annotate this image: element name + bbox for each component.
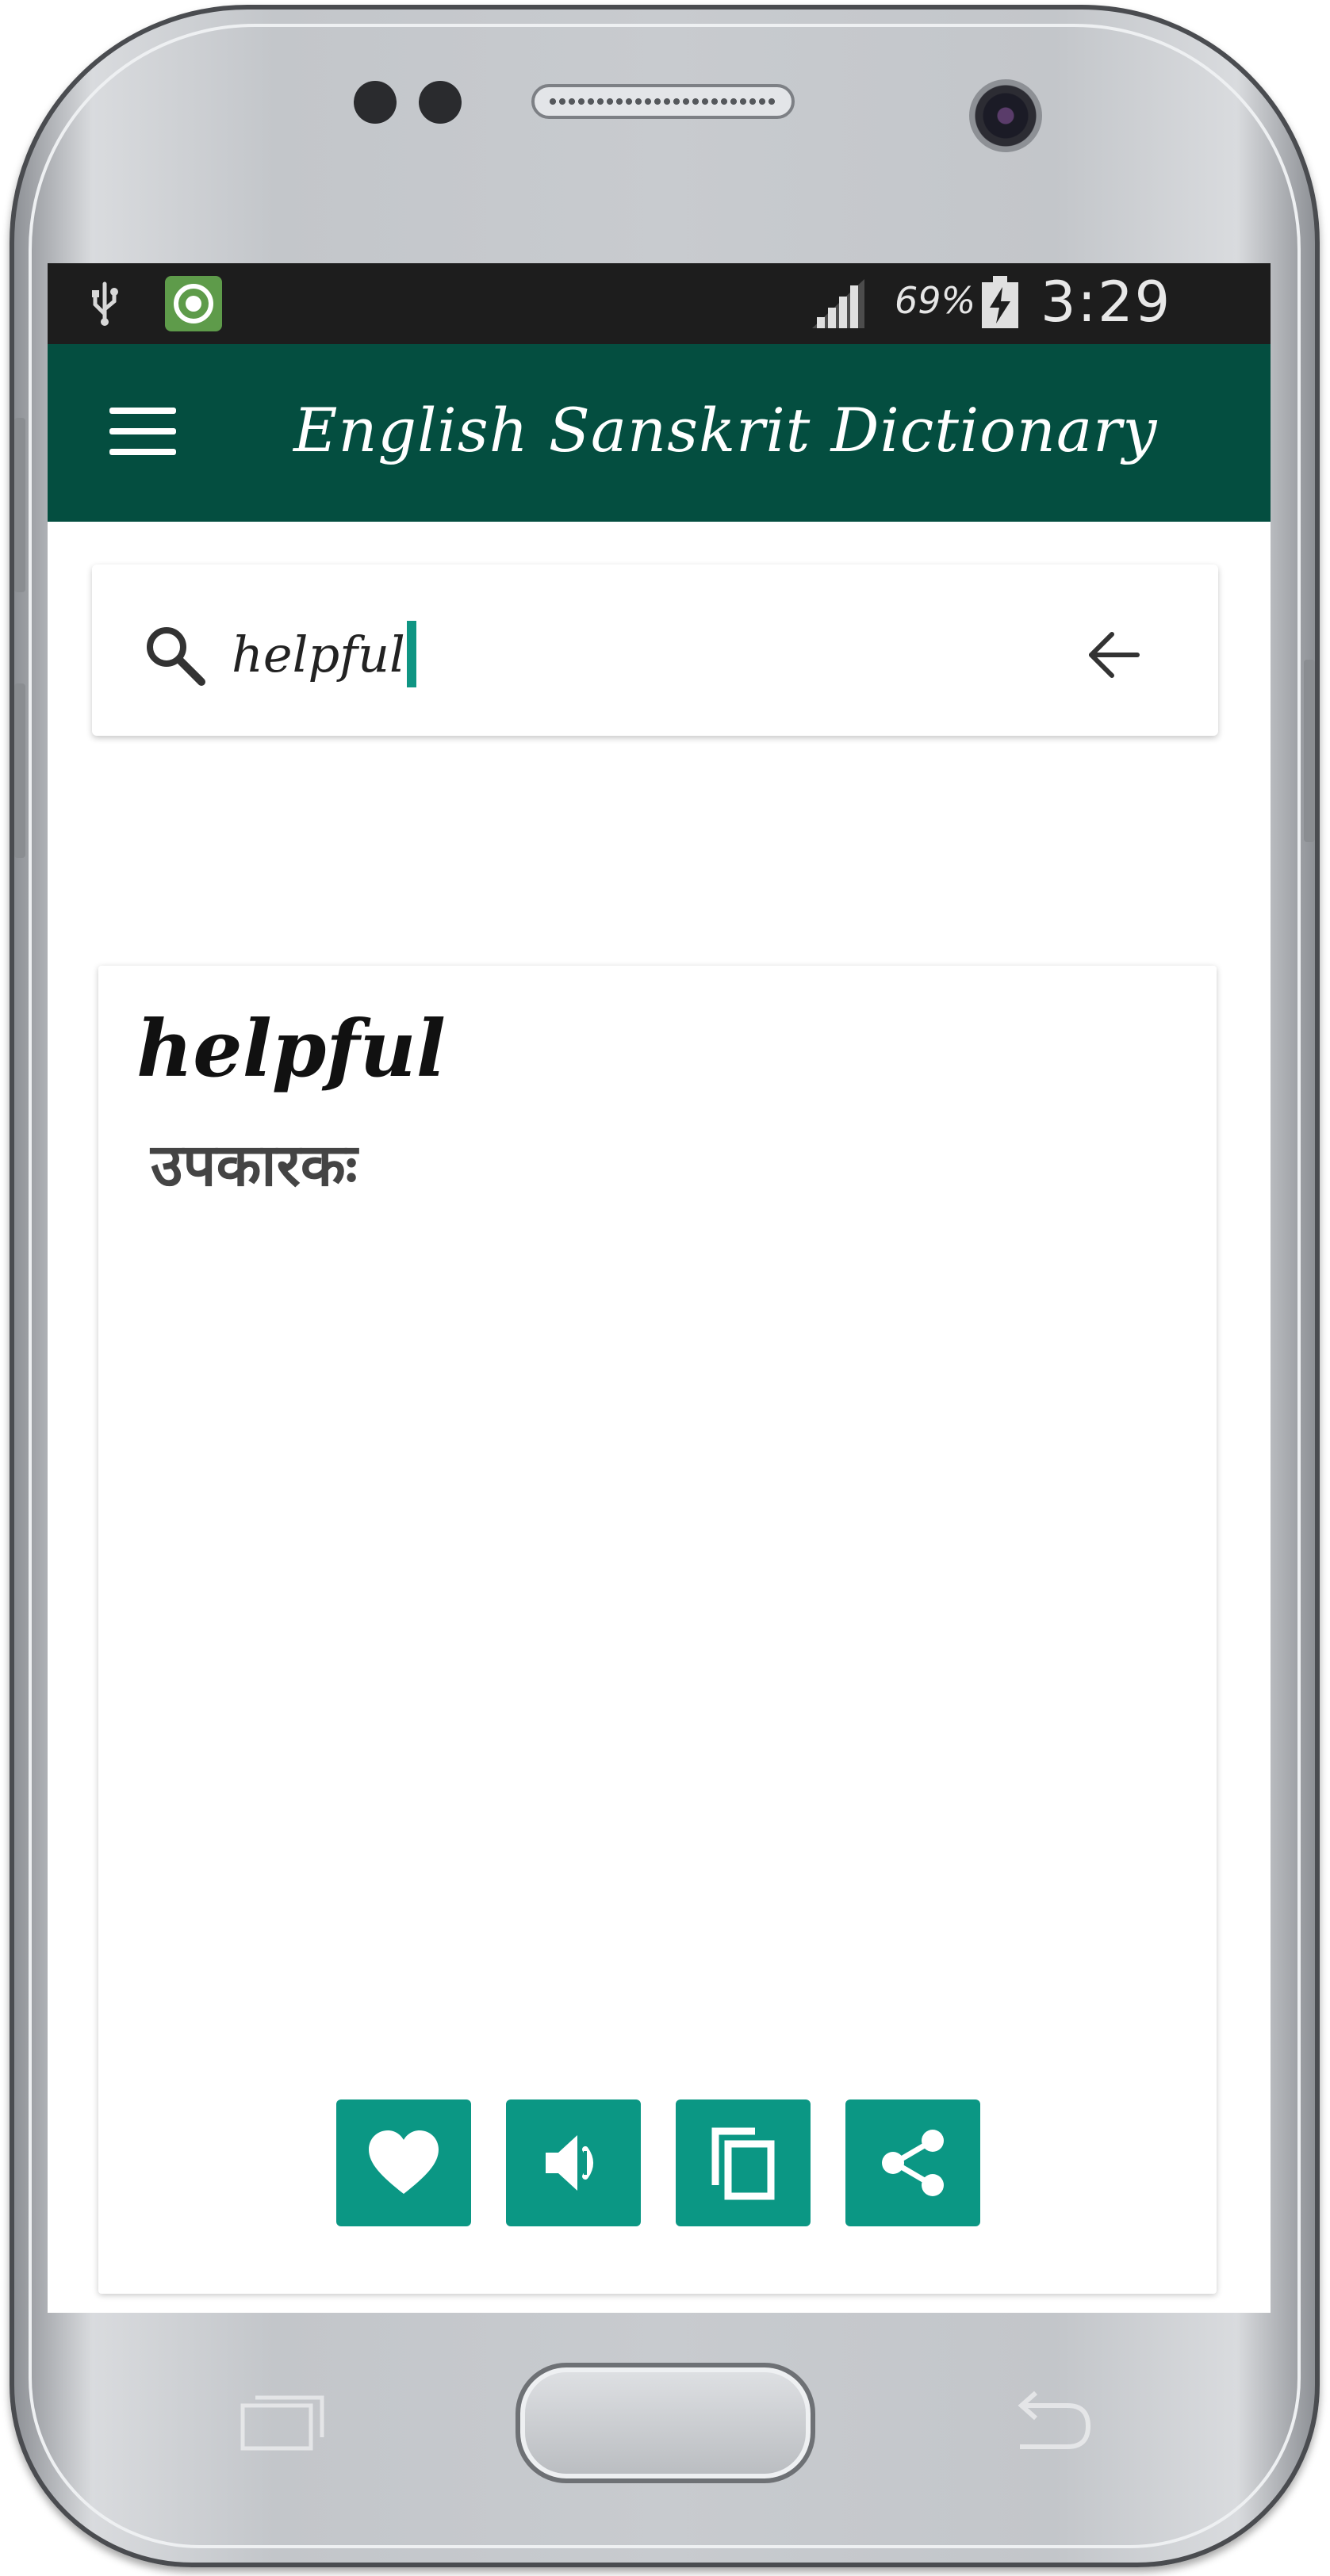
- speaker-icon: [546, 2135, 593, 2191]
- power-key: [1304, 660, 1315, 842]
- copy-icon: [711, 2127, 775, 2200]
- result-word: helpful: [136, 1004, 446, 1095]
- copy-button[interactable]: [676, 2099, 811, 2226]
- app-title: English Sanskrit Dictionary: [293, 395, 1158, 465]
- app-bar: English Sanskrit Dictionary: [48, 344, 1271, 522]
- search-input-value: helpful: [232, 625, 405, 683]
- result-card: helpful उपकारकः: [98, 966, 1217, 2294]
- volume-up-key: [14, 418, 25, 592]
- result-meaning: उपकारकः: [151, 1131, 358, 1200]
- share-icon: [882, 2130, 944, 2196]
- recent-apps-key-icon[interactable]: [240, 2393, 327, 2452]
- arrow-left-icon[interactable]: [1083, 625, 1144, 685]
- screen: 69% 3:29 PM English Sanskrit Dictionary …: [48, 263, 1271, 2313]
- usb-icon: [92, 281, 118, 326]
- search-input[interactable]: helpful: [232, 618, 1025, 690]
- earpiece-speaker: [531, 84, 795, 119]
- proximity-sensor: [354, 81, 397, 124]
- back-key-icon[interactable]: [1004, 2390, 1094, 2453]
- battery-percent: 69%: [895, 279, 976, 322]
- light-sensor: [419, 81, 462, 124]
- front-camera-icon: [969, 79, 1042, 152]
- status-bar: 69% 3:29 PM: [48, 263, 1271, 400]
- battery-charging-icon: [982, 276, 1018, 328]
- search-icon: [147, 627, 205, 686]
- share-button[interactable]: [845, 2099, 980, 2226]
- app-notification-icon: [165, 276, 222, 331]
- volume-down-key: [14, 683, 25, 858]
- home-button[interactable]: [516, 2363, 815, 2483]
- action-buttons: [336, 2099, 980, 2226]
- favorite-button[interactable]: [336, 2099, 471, 2226]
- text-cursor: [406, 621, 416, 687]
- hamburger-menu-icon[interactable]: [109, 408, 176, 455]
- heart-icon: [369, 2130, 439, 2194]
- speak-button[interactable]: [506, 2099, 641, 2226]
- search-bar: helpful: [92, 565, 1218, 736]
- signal-icon: [812, 279, 864, 328]
